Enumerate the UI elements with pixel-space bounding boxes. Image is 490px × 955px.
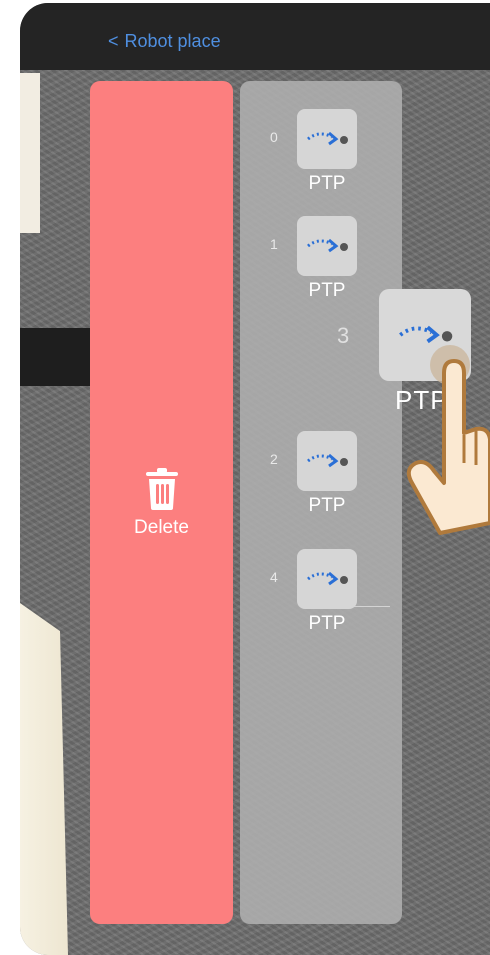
phone-screen: < Robot place Delete 0 PTP 1 PTP 2 PTP 4… xyxy=(20,3,490,955)
top-bar: < Robot place xyxy=(20,3,490,70)
delete-label: Delete xyxy=(134,516,189,538)
back-chevron-icon: < xyxy=(108,31,119,51)
background-chair xyxy=(20,328,100,386)
background-box xyxy=(20,603,68,955)
point-item[interactable]: 2 PTP xyxy=(240,403,402,516)
drag-hand-icon xyxy=(406,345,490,535)
back-button[interactable]: < Robot place xyxy=(108,31,221,52)
ptp-arrow-icon xyxy=(297,109,357,169)
ptp-arrow-icon xyxy=(297,431,357,491)
ptp-arrow-icon xyxy=(297,216,357,276)
point-label: PTP xyxy=(308,280,346,301)
point-index: 1 xyxy=(270,236,278,252)
back-label: Robot place xyxy=(124,31,221,51)
trash-icon xyxy=(145,467,178,510)
background-furniture xyxy=(20,73,40,233)
point-label: PTP xyxy=(308,495,346,516)
point-item[interactable]: 1 PTP xyxy=(240,188,402,301)
point-index: 2 xyxy=(270,451,278,467)
point-list: 0 PTP 1 PTP 2 PTP 4 PTP xyxy=(240,81,402,924)
ptp-arrow-icon xyxy=(297,549,357,609)
drop-target-index: 3 xyxy=(337,323,350,348)
point-index: 4 xyxy=(270,569,278,585)
point-item[interactable]: 0 PTP xyxy=(240,81,402,194)
point-index: 0 xyxy=(270,129,278,145)
delete-drop-zone[interactable]: Delete xyxy=(90,81,233,924)
point-label: PTP xyxy=(308,613,346,634)
point-item[interactable]: 4 PTP xyxy=(240,521,402,634)
